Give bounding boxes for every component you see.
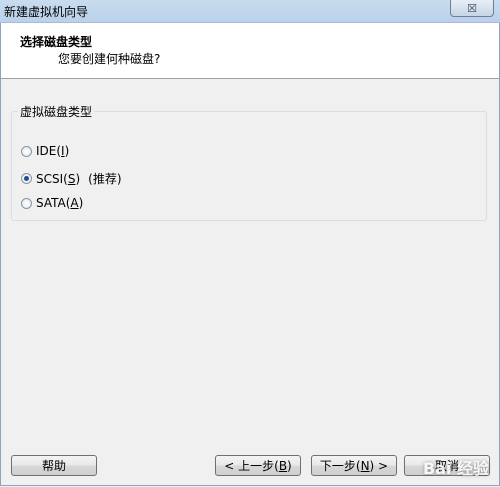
radio-ide-label: IDE(I) [36, 144, 70, 158]
close-button[interactable]: ☒ [450, 0, 494, 17]
help-button[interactable]: 帮助 [11, 455, 97, 476]
radio-ide[interactable] [21, 145, 32, 157]
radio-option-sata[interactable]: SATA(A) [21, 196, 83, 210]
recommended-note: (推荐) [88, 172, 122, 186]
title-bar: 新建虚拟机向导 ☒ [0, 0, 500, 23]
disk-type-legend: 虚拟磁盘类型 [20, 105, 93, 119]
page-title: 选择磁盘类型 [20, 35, 93, 49]
window-title: 新建虚拟机向导 [4, 5, 89, 19]
wizard-header: 选择磁盘类型 您要创建何种磁盘? [1, 23, 499, 79]
page-subtitle: 您要创建何种磁盘? [58, 52, 161, 66]
disk-type-group: 虚拟磁盘类型 IDE(I) SCSI(S) (推荐) SATA(A) [11, 103, 487, 221]
radio-scsi-label: SCSI(S) [36, 171, 81, 186]
radio-scsi[interactable] [21, 173, 32, 184]
radio-sata-label: SATA(A) [36, 196, 84, 210]
back-button[interactable]: < 上一步(B) [215, 455, 301, 476]
radio-option-scsi[interactable]: SCSI(S) (推荐) [21, 170, 122, 187]
cancel-button[interactable]: 取消 [404, 455, 490, 476]
close-icon: ☒ [467, 1, 477, 15]
radio-option-ide[interactable]: IDE(I) [21, 144, 69, 158]
dialog-body: 选择磁盘类型 您要创建何种磁盘? 虚拟磁盘类型 IDE(I) SCSI(S) (… [0, 23, 500, 486]
radio-sata[interactable] [21, 197, 32, 209]
next-button[interactable]: 下一步(N) > [311, 455, 397, 476]
